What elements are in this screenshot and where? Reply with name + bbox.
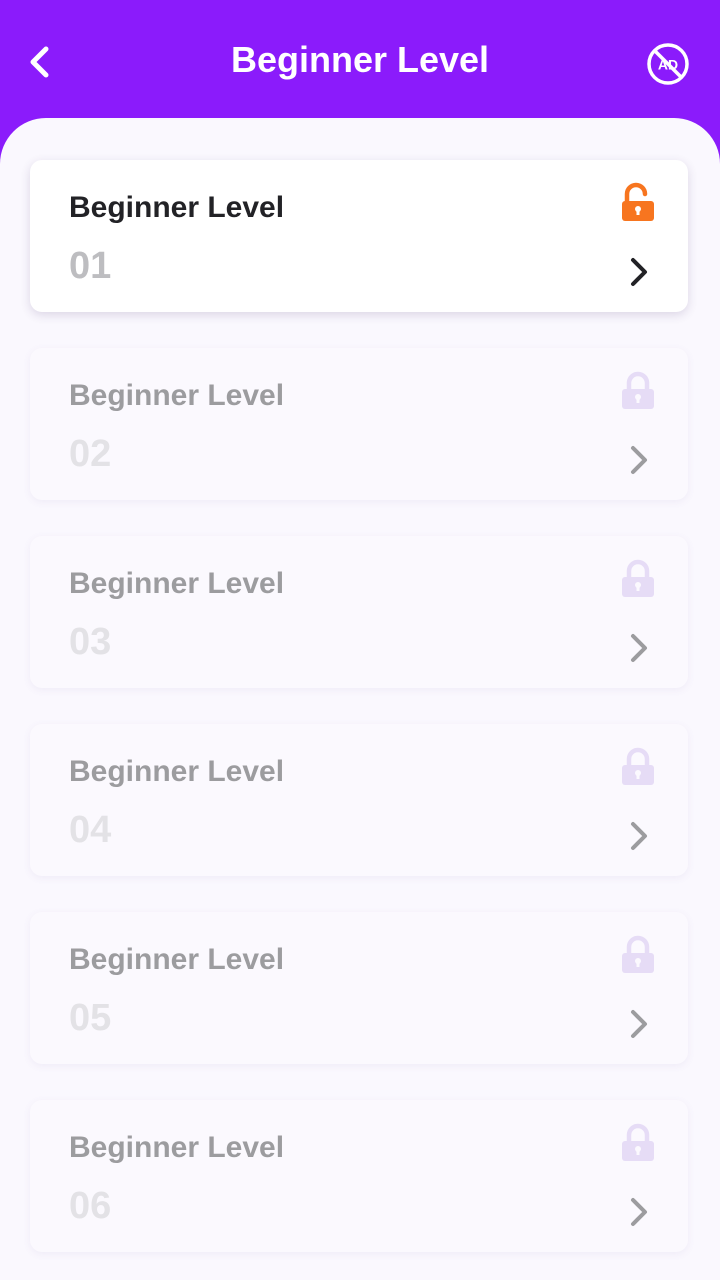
- level-number: 04: [69, 809, 112, 851]
- no-ads-icon: AD: [647, 43, 689, 85]
- level-card-01[interactable]: Beginner Level 01: [30, 160, 688, 312]
- level-label: Beginner Level: [69, 755, 285, 788]
- chevron-right-icon: [631, 1010, 647, 1038]
- level-label: Beginner Level: [69, 1131, 285, 1164]
- level-number: 06: [69, 1185, 112, 1227]
- chevron-right-icon: [631, 1198, 647, 1226]
- lock-icon: [622, 1123, 654, 1161]
- lock-icon: [622, 371, 654, 409]
- chevron-right-icon: [631, 634, 647, 662]
- level-number: 05: [69, 997, 112, 1039]
- chevron-right-icon: [631, 822, 647, 850]
- app-header: Beginner Level AD: [0, 0, 720, 120]
- chevron-right-icon: [631, 446, 647, 474]
- level-card-02[interactable]: Beginner Level 02: [30, 348, 688, 500]
- level-list: Beginner Level 01 Beginner Level 02 Begi…: [0, 118, 720, 1280]
- lock-icon: [622, 559, 654, 597]
- level-card-04[interactable]: Beginner Level 04: [30, 724, 688, 876]
- level-label: Beginner Level: [69, 943, 285, 976]
- level-card-05[interactable]: Beginner Level 05: [30, 912, 688, 1064]
- no-ads-label: AD: [658, 57, 678, 73]
- page-title: Beginner Level: [230, 39, 490, 80]
- no-ads-button[interactable]: AD: [644, 40, 692, 88]
- level-number: 02: [69, 433, 112, 475]
- lock-icon: [622, 747, 654, 785]
- level-label: Beginner Level: [69, 191, 285, 224]
- level-card-03[interactable]: Beginner Level 03: [30, 536, 688, 688]
- unlocked-icon: [622, 182, 654, 221]
- level-label: Beginner Level: [69, 379, 285, 412]
- lock-icon: [622, 935, 654, 973]
- level-label: Beginner Level: [69, 567, 285, 600]
- chevron-right-icon: [631, 258, 647, 286]
- level-number: 01: [69, 245, 112, 287]
- level-number: 03: [69, 621, 112, 663]
- level-card-06[interactable]: Beginner Level 06: [30, 1100, 688, 1252]
